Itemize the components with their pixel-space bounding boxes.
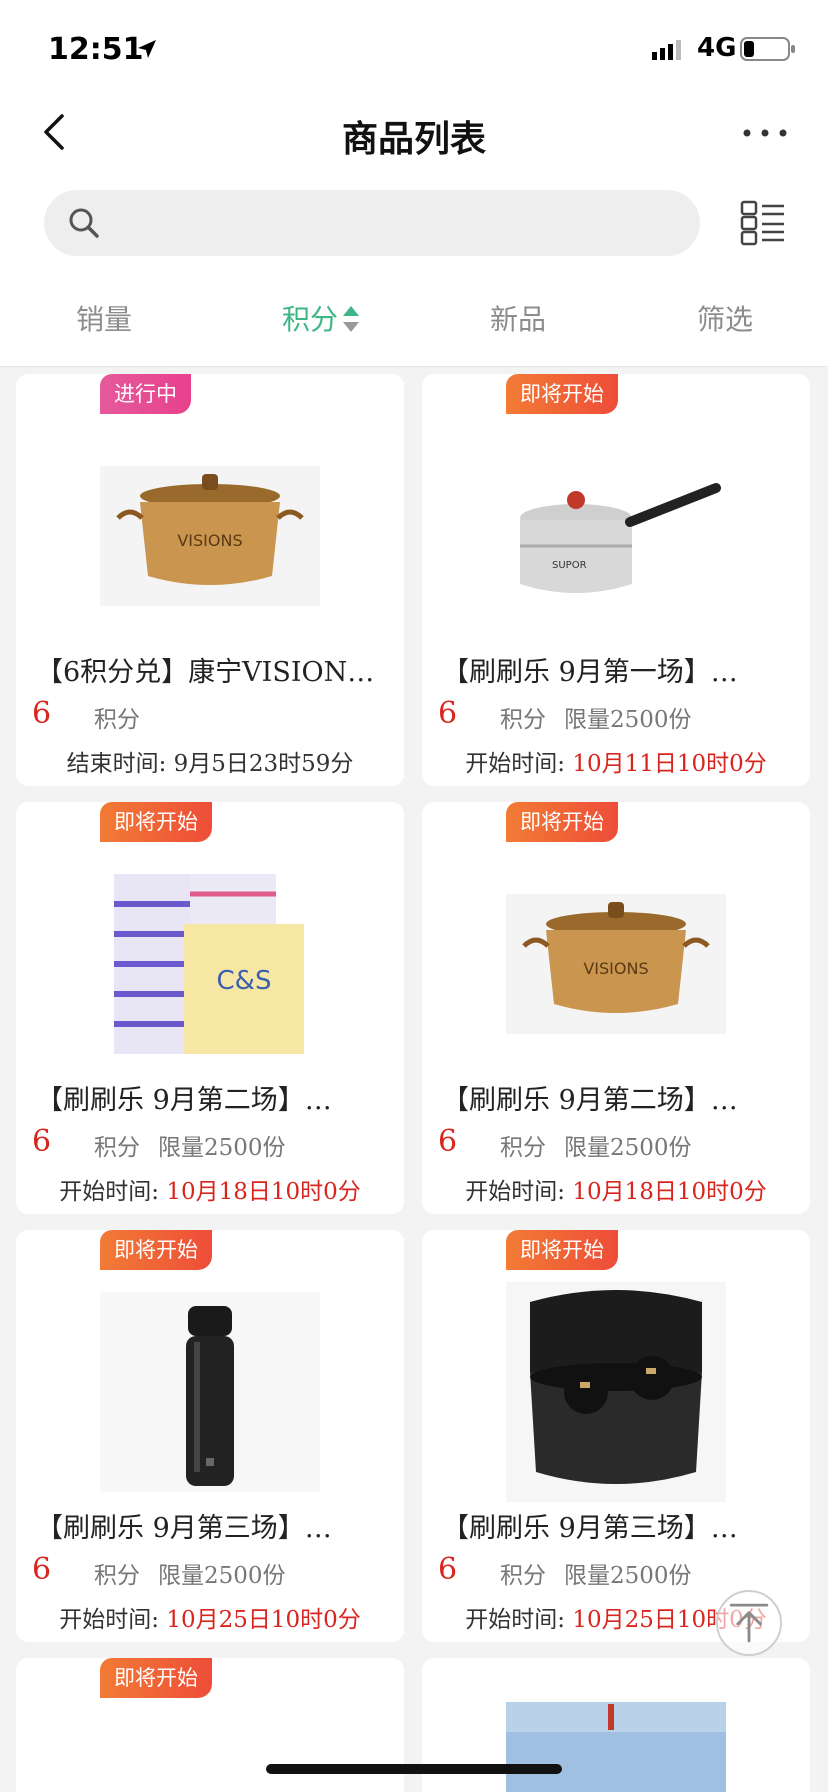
status-badge: 即将开始 — [100, 1230, 212, 1270]
product-card[interactable]: 即将开始 VISIONS 【刷刷乐 9月第二场】… 6 积分 限量2500份 开… — [422, 802, 810, 1214]
points-value: 6 — [32, 1552, 52, 1587]
time-label: 开始时间: — [59, 1179, 167, 1205]
supor-saucepan-icon: SUPOR — [520, 483, 721, 593]
status-badge: 即将开始 — [100, 1658, 212, 1698]
limit-label: 限量2500份 — [564, 1135, 692, 1161]
time-row: 开始时间: 10月18日10时0分 — [422, 1172, 810, 1206]
product-card[interactable]: 即将开始 【刷刷乐 9月第三场】… 6 积分 限量2500份 开始时间: 10月… — [422, 1230, 810, 1642]
tab-new[interactable]: 新品 — [490, 290, 546, 350]
time-row: 结束时间: 9月5日23时59分 — [16, 744, 404, 778]
time-value: 10月25日10时0分 — [166, 1607, 361, 1633]
status-badge: 即将开始 — [506, 374, 618, 414]
search-box[interactable] — [44, 190, 700, 256]
points-value: 6 — [438, 696, 458, 731]
time-value: 9月5日23时59分 — [173, 751, 354, 777]
time-label: 开始时间: — [465, 751, 573, 777]
product-card[interactable]: 即将开始 C&S 【刷刷乐 9月第二场】… 6 积分 限量2500份 开始时间:… — [16, 802, 404, 1214]
status-badge: 进行中 — [100, 374, 191, 414]
time-value: 10月18日10时0分 — [166, 1179, 361, 1205]
product-image: VISIONS — [100, 426, 320, 646]
product-image — [506, 1282, 726, 1502]
points-unit: 积分 — [94, 1563, 140, 1589]
tab-points[interactable]: 积分 — [282, 290, 338, 350]
product-title: 【刷刷乐 9月第一场】… — [442, 657, 738, 688]
product-image — [100, 1282, 320, 1502]
product-image — [506, 1702, 726, 1792]
search-input[interactable] — [114, 190, 674, 256]
earbuds-case-icon — [506, 1282, 726, 1502]
points-value: 6 — [438, 1552, 458, 1587]
signal-icon — [652, 40, 681, 60]
time-row: 开始时间: 10月25日10时0分 — [16, 1600, 404, 1634]
product-image: VISIONS — [506, 854, 726, 1074]
product-card[interactable]: 即将开始 SUPOR 【刷刷乐 9月第一场】… 6 积分 限量2500份 开始时… — [422, 374, 810, 786]
network-type: 4G — [697, 33, 737, 63]
arrow-up-icon — [729, 1603, 769, 1643]
time-row: 开始时间: 10月11日10时0分 — [422, 744, 810, 778]
limit-label: 限量2500份 — [564, 707, 692, 733]
points-value: 6 — [438, 1124, 458, 1159]
battery-icon — [740, 37, 795, 61]
visions-pot-icon: VISIONS — [100, 466, 320, 606]
points-unit: 积分 — [500, 1135, 546, 1161]
sort-arrows-icon — [343, 306, 359, 332]
limit-label: 限量2500份 — [158, 1135, 286, 1161]
sort-tabs: 销量 积分 新品 筛选 — [0, 290, 828, 350]
svg-text:VISIONS: VISIONS — [177, 531, 242, 550]
tissue-pack-icon: C&S — [114, 874, 304, 1054]
time-label: 开始时间: — [465, 1607, 573, 1633]
product-title: 【6积分兑】康宁VISIONS… — [36, 657, 386, 688]
points-unit: 积分 — [94, 1135, 140, 1161]
tab-filter[interactable]: 筛选 — [697, 290, 753, 350]
status-badge: 即将开始 — [100, 802, 212, 842]
location-arrow-icon — [138, 40, 156, 58]
product-image: C&S — [100, 854, 320, 1074]
more-options-icon[interactable] — [740, 118, 790, 148]
limit-label: 限量2500份 — [564, 1563, 692, 1589]
time-label: 结束时间: — [66, 751, 174, 777]
tab-sales[interactable]: 销量 — [76, 290, 132, 350]
points-value: 6 — [32, 696, 52, 731]
time-value: 10月11日10时0分 — [572, 751, 767, 777]
visions-pot-icon: VISIONS — [506, 894, 726, 1034]
page-title: 商品列表 — [341, 119, 486, 160]
product-card[interactable]: 进行中 VISIONS 【6积分兑】康宁VISIONS… 6 积分 结束时间: … — [16, 374, 404, 786]
product-title: 【刷刷乐 9月第二场】… — [36, 1085, 332, 1116]
time-row: 开始时间: 10月18日10时0分 — [16, 1172, 404, 1206]
scroll-to-top-button[interactable] — [716, 1590, 782, 1656]
product-title: 【刷刷乐 9月第三场】… — [36, 1513, 332, 1544]
time-label: 开始时间: — [465, 1179, 573, 1205]
thermos-bottle-icon — [100, 1292, 320, 1492]
product-card[interactable]: 即将开始 【刷刷乐 9月第三场】… 6 积分 限量2500份 开始时间: 10月… — [16, 1230, 404, 1642]
status-time: 12:51 — [48, 32, 144, 67]
home-indicator[interactable] — [266, 1764, 562, 1774]
list-layout-icon[interactable] — [740, 200, 786, 246]
points-unit: 积分 — [94, 707, 140, 733]
status-badge: 即将开始 — [506, 802, 618, 842]
points-unit: 积分 — [500, 707, 546, 733]
svg-text:C&S: C&S — [217, 966, 272, 996]
product-title: 【刷刷乐 9月第三场】… — [442, 1513, 738, 1544]
product-image: SUPOR — [506, 426, 726, 646]
search-icon — [69, 208, 99, 238]
product-title: 【刷刷乐 9月第二场】… — [442, 1085, 738, 1116]
product-photo-icon — [506, 1702, 726, 1792]
time-value: 10月18日10时0分 — [572, 1179, 767, 1205]
limit-label: 限量2500份 — [158, 1563, 286, 1589]
svg-text:SUPOR: SUPOR — [552, 560, 587, 571]
header: 12:51 4G 商品列表 销量 积分 新品 筛选 — [0, 0, 828, 367]
points-value: 6 — [32, 1124, 52, 1159]
svg-text:VISIONS: VISIONS — [583, 959, 648, 978]
points-unit: 积分 — [500, 1563, 546, 1589]
time-label: 开始时间: — [59, 1607, 167, 1633]
status-badge: 即将开始 — [506, 1230, 618, 1270]
